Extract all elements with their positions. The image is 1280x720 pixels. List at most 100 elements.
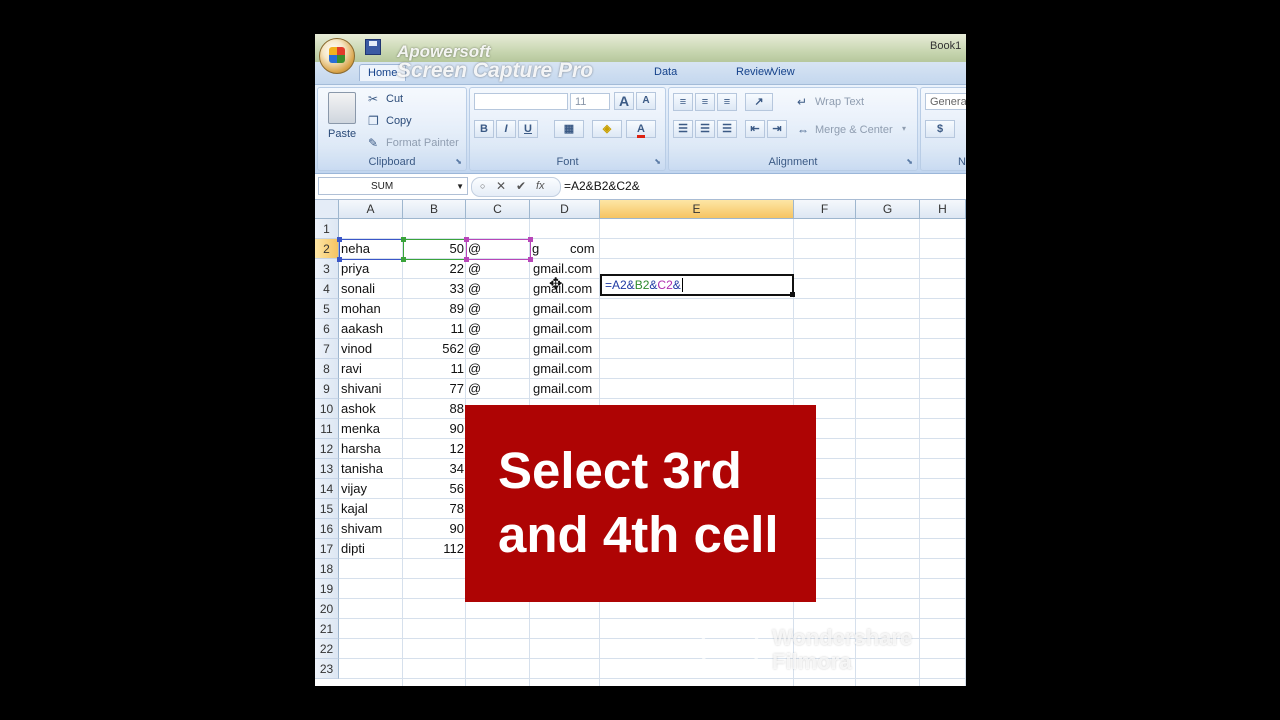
font-color-button[interactable]: A bbox=[626, 120, 656, 138]
cell-domain[interactable]: gmail.com bbox=[530, 279, 600, 299]
cell-name[interactable]: ashok bbox=[339, 399, 403, 419]
reference-handle[interactable] bbox=[337, 257, 342, 262]
cell-name[interactable]: ravi bbox=[339, 359, 403, 379]
format-painter-button[interactable]: Format Painter bbox=[386, 137, 459, 149]
column-header-h[interactable]: H bbox=[920, 200, 966, 219]
row-header-1[interactable]: 1 bbox=[315, 219, 339, 239]
cell-domain[interactable]: gmail.com bbox=[530, 339, 600, 359]
fill-color-button[interactable]: ◈ bbox=[592, 120, 622, 138]
cell-number[interactable]: 112 bbox=[403, 539, 466, 559]
cell-domain-partial[interactable]: g bbox=[530, 239, 544, 259]
wrap-text-button[interactable]: Wrap Text bbox=[815, 96, 864, 108]
cell-number[interactable]: 33 bbox=[403, 279, 466, 299]
column-header-b[interactable]: B bbox=[403, 200, 466, 219]
orientation-button[interactable]: ↗ bbox=[745, 93, 773, 111]
row-header-21[interactable]: 21 bbox=[315, 619, 339, 639]
column-header-f[interactable]: F bbox=[794, 200, 856, 219]
font-launcher-icon[interactable]: ⬊ bbox=[654, 157, 661, 166]
cell-domain[interactable]: gmail.com bbox=[530, 379, 600, 399]
row-header-9[interactable]: 9 bbox=[315, 379, 339, 399]
cut-button[interactable]: Cut bbox=[386, 93, 403, 105]
cell-name[interactable]: priya bbox=[339, 259, 403, 279]
reference-handle[interactable] bbox=[528, 257, 533, 262]
cell-number[interactable]: 12 bbox=[403, 439, 466, 459]
active-cell-e2[interactable]: =A2&B2&C2& bbox=[600, 274, 795, 297]
paste-icon[interactable] bbox=[328, 92, 356, 124]
clipboard-launcher-icon[interactable]: ⬊ bbox=[455, 157, 462, 166]
align-left-button[interactable]: ☰ bbox=[673, 120, 693, 138]
cell-name[interactable]: tanisha bbox=[339, 459, 403, 479]
row-header-11[interactable]: 11 bbox=[315, 419, 339, 439]
shrink-font-button[interactable]: A bbox=[636, 92, 656, 110]
row-header-3[interactable]: 3 bbox=[315, 259, 339, 279]
cell-domain[interactable]: gmail.com bbox=[530, 319, 600, 339]
cell-name[interactable]: menka bbox=[339, 419, 403, 439]
decrease-indent-button[interactable]: ⇤ bbox=[745, 120, 765, 138]
cancel-icon[interactable]: ✕ bbox=[496, 179, 506, 193]
font-name-select[interactable] bbox=[474, 93, 568, 110]
row-header-10[interactable]: 10 bbox=[315, 399, 339, 419]
cell-domain[interactable]: gmail.com bbox=[530, 359, 600, 379]
align-middle-button[interactable]: ≡ bbox=[695, 93, 715, 111]
cell-number[interactable]: 56 bbox=[403, 479, 466, 499]
italic-button[interactable]: I bbox=[496, 120, 516, 138]
merge-center-button[interactable]: Merge & Center bbox=[815, 124, 893, 136]
cell-number[interactable]: 90 bbox=[403, 519, 466, 539]
cell-name[interactable]: sonali bbox=[339, 279, 403, 299]
cell-number[interactable]: 34 bbox=[403, 459, 466, 479]
merge-dropdown-icon[interactable]: ▾ bbox=[902, 124, 906, 133]
row-header-14[interactable]: 14 bbox=[315, 479, 339, 499]
cell-name[interactable]: kajal bbox=[339, 499, 403, 519]
row-header-19[interactable]: 19 bbox=[315, 579, 339, 599]
copy-button[interactable]: Copy bbox=[386, 115, 412, 127]
formula-input[interactable]: =A2&B2&C2& bbox=[564, 179, 640, 193]
column-header-g[interactable]: G bbox=[856, 200, 920, 219]
cell-number[interactable]: 88 bbox=[403, 399, 466, 419]
cell-name[interactable]: vijay bbox=[339, 479, 403, 499]
reference-handle[interactable] bbox=[401, 257, 406, 262]
row-header-12[interactable]: 12 bbox=[315, 439, 339, 459]
cell-domain[interactable]: gmail.com bbox=[530, 299, 600, 319]
cell-number[interactable]: 22 bbox=[403, 259, 466, 279]
cell-number[interactable]: 11 bbox=[403, 319, 466, 339]
row-header-8[interactable]: 8 bbox=[315, 359, 339, 379]
column-header-e[interactable]: E bbox=[600, 200, 794, 219]
name-box[interactable]: SUM ▼ bbox=[318, 177, 468, 195]
row-header-6[interactable]: 6 bbox=[315, 319, 339, 339]
font-size-select[interactable]: 11 bbox=[570, 93, 610, 110]
name-box-dropdown-icon[interactable]: ▼ bbox=[456, 178, 464, 196]
row-header-7[interactable]: 7 bbox=[315, 339, 339, 359]
cell-number[interactable]: 11 bbox=[403, 359, 466, 379]
save-icon[interactable] bbox=[365, 39, 381, 55]
row-header-20[interactable]: 20 bbox=[315, 599, 339, 619]
row-header-18[interactable]: 18 bbox=[315, 559, 339, 579]
cell-number[interactable]: 77 bbox=[403, 379, 466, 399]
cell-name[interactable]: shivani bbox=[339, 379, 403, 399]
tab-data[interactable]: Data bbox=[654, 66, 677, 78]
row-header-15[interactable]: 15 bbox=[315, 499, 339, 519]
cell-name[interactable]: shivam bbox=[339, 519, 403, 539]
align-right-button[interactable]: ☰ bbox=[717, 120, 737, 138]
row-header-16[interactable]: 16 bbox=[315, 519, 339, 539]
row-header-2[interactable]: 2 bbox=[315, 239, 339, 259]
enter-icon[interactable]: ✔ bbox=[516, 179, 526, 193]
grow-font-button[interactable]: A bbox=[614, 92, 634, 110]
paste-button[interactable]: Paste bbox=[328, 128, 356, 140]
column-header-c[interactable]: C bbox=[466, 200, 530, 219]
cell-at-symbol[interactable]: @ bbox=[466, 279, 530, 299]
row-header-22[interactable]: 22 bbox=[315, 639, 339, 659]
select-all-corner[interactable] bbox=[315, 200, 339, 219]
cell-name[interactable]: mohan bbox=[339, 299, 403, 319]
cell-name[interactable]: dipti bbox=[339, 539, 403, 559]
reference-handle[interactable] bbox=[337, 237, 342, 242]
cell-at-symbol[interactable]: @ bbox=[466, 299, 530, 319]
reference-handle[interactable] bbox=[464, 257, 469, 262]
tab-view[interactable]: View bbox=[771, 66, 795, 78]
tab-review[interactable]: Review bbox=[736, 66, 772, 78]
office-button[interactable] bbox=[319, 38, 355, 74]
row-header-5[interactable]: 5 bbox=[315, 299, 339, 319]
row-header-4[interactable]: 4 bbox=[315, 279, 339, 299]
cell-number[interactable]: 562 bbox=[403, 339, 466, 359]
increase-indent-button[interactable]: ⇥ bbox=[767, 120, 787, 138]
cell-at-symbol[interactable]: @ bbox=[466, 359, 530, 379]
